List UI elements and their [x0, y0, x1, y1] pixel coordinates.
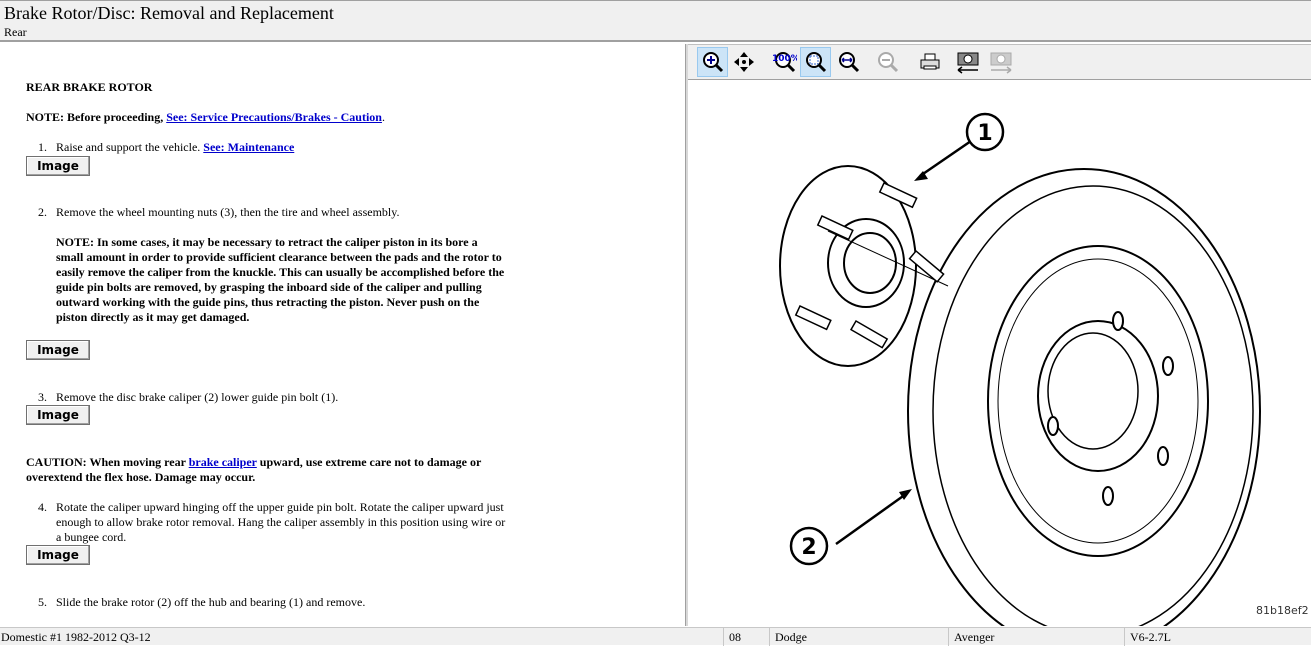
brake-rotor-illustration: 1 2 81b18ef2	[779, 112, 1309, 646]
callout-2: 2	[801, 535, 816, 560]
caution-text: CAUTION: When moving rear brake caliper …	[26, 455, 506, 485]
maintenance-link[interactable]: See: Maintenance	[203, 140, 294, 154]
note-label: NOTE: Before proceeding,	[26, 110, 167, 124]
page-subtitle: Rear	[4, 25, 27, 39]
page-title: Brake Rotor/Disc: Removal and Replacemen…	[4, 3, 334, 23]
section-heading: REAR BRAKE ROTOR	[26, 80, 153, 94]
step-text: Slide the brake rotor (2) off the hub an…	[56, 595, 366, 609]
step-number: 5.	[38, 595, 47, 609]
status-make: Dodge	[775, 630, 807, 644]
image-button-4[interactable]: Image	[26, 545, 90, 565]
step-1: 1. Raise and support the vehicle. See: Ma…	[38, 140, 508, 155]
zoom-in-button[interactable]	[697, 47, 728, 77]
status-database: Domestic #1 1982-2012 Q3-12	[1, 630, 151, 644]
snapshot-forward-button[interactable]	[985, 47, 1016, 77]
step-text: Remove the disc brake caliper (2) lower …	[56, 390, 339, 404]
step-number: 1.	[38, 140, 47, 154]
print-icon	[920, 53, 939, 70]
step-text: Remove the wheel mounting nuts (3), then…	[56, 205, 400, 219]
step-2: 2. Remove the wheel mounting nuts (3), th…	[38, 205, 508, 220]
step-number: 2.	[38, 205, 47, 219]
note-line: NOTE: Before proceeding, See: Service Pr…	[26, 110, 385, 125]
step-number: 3.	[38, 390, 47, 404]
snapshot-back-button[interactable]	[952, 47, 983, 77]
zoom-out-icon	[877, 52, 898, 73]
print-button[interactable]	[914, 47, 945, 77]
status-model: Avenger	[954, 630, 995, 644]
zoom-100-icon: 100%	[772, 52, 797, 73]
svg-text:100%: 100%	[772, 54, 797, 64]
viewer-toolbar: 100%	[688, 44, 1311, 80]
note-suffix: .	[381, 110, 385, 124]
zoom-fit-button[interactable]	[800, 47, 831, 77]
step-4: 4. Rotate the caliper upward hinging off …	[38, 500, 508, 545]
step-number: 4.	[38, 500, 47, 514]
image-button-3[interactable]: Image	[26, 405, 90, 425]
step-3: 3. Remove the disc brake caliper (2) lowe…	[38, 390, 508, 405]
zoom-width-button[interactable]	[833, 47, 864, 77]
zoom-in-icon	[702, 52, 723, 73]
image-viewer: 100% 1 2 81b18ef2	[688, 44, 1311, 646]
zoom-out-button[interactable]	[872, 47, 903, 77]
pan-icon	[733, 52, 754, 72]
step-5: 5. Slide the brake rotor (2) off the hub …	[38, 595, 508, 610]
brake-caliper-link[interactable]: brake caliper	[189, 455, 257, 469]
zoom-width-icon	[838, 52, 859, 73]
status-engine: V6-2.7L	[1130, 630, 1171, 644]
image-button-2[interactable]: Image	[26, 340, 90, 360]
zoom-100-button[interactable]: 100%	[768, 47, 799, 77]
image-button-1[interactable]: Image	[26, 156, 90, 176]
status-bar: Domestic #1 1982-2012 Q3-12 08 Dodge Ave…	[0, 627, 1311, 646]
status-year: 08	[729, 630, 741, 644]
caution-prefix: CAUTION: When moving rear	[26, 455, 189, 469]
pan-button[interactable]	[728, 47, 759, 77]
page-header: Brake Rotor/Disc: Removal and Replacemen…	[0, 0, 1311, 42]
step-text: Raise and support the vehicle.	[56, 140, 204, 154]
service-precautions-link[interactable]: See: Service Precautions/Brakes - Cautio…	[166, 110, 382, 124]
snapshot-forward-icon	[990, 52, 1011, 74]
figure-code: 81b18ef2	[1256, 604, 1309, 617]
snapshot-back-icon	[957, 52, 978, 74]
rotor-diagram: 1 2 81b18ef2	[688, 81, 1311, 646]
zoom-fit-icon	[805, 52, 826, 73]
step-2-note: NOTE: In some cases, it may be necessary…	[56, 235, 505, 324]
callout-1: 1	[977, 121, 992, 146]
step-text: Rotate the caliper upward hinging off th…	[56, 500, 506, 544]
procedure-pane[interactable]: REAR BRAKE ROTOR NOTE: Before proceeding…	[0, 44, 685, 626]
